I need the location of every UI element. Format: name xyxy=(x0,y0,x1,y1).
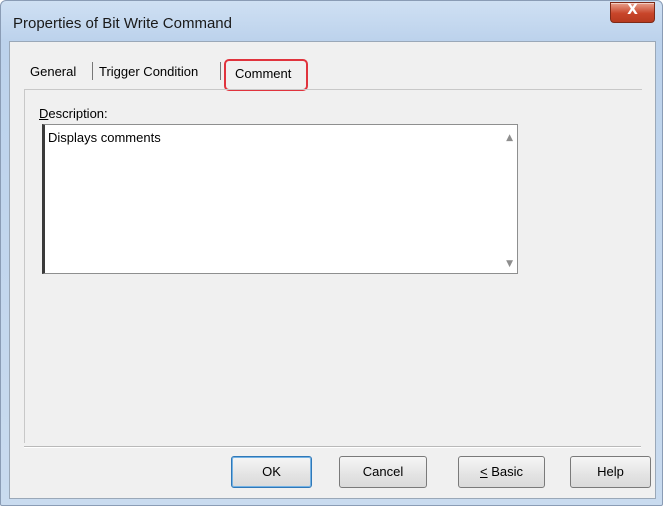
dialog-client-area: General Trigger Condition Comment Descri… xyxy=(9,41,656,499)
close-button[interactable]: X xyxy=(610,2,655,23)
dialog-window: Properties of Bit Write Command X Genera… xyxy=(0,0,663,506)
description-label: Description: xyxy=(39,106,108,121)
basic-button[interactable]: < Basic xyxy=(458,456,545,488)
tab-comment-label: Comment xyxy=(235,66,292,81)
ok-button[interactable]: OK xyxy=(231,456,312,488)
footer-divider xyxy=(24,446,641,447)
close-icon: X xyxy=(627,2,638,18)
basic-button-label: Basic xyxy=(487,464,523,479)
cancel-button[interactable]: Cancel xyxy=(339,456,427,488)
tab-comment[interactable]: Comment xyxy=(224,59,308,91)
dialog-title: Properties of Bit Write Command xyxy=(13,15,232,32)
tab-separator xyxy=(220,62,221,80)
description-value: Displays comments xyxy=(48,130,161,145)
tab-separator xyxy=(92,62,93,80)
tab-general[interactable]: General xyxy=(30,64,76,79)
tab-trigger-condition[interactable]: Trigger Condition xyxy=(99,64,198,79)
help-button[interactable]: Help xyxy=(570,456,651,488)
description-textarea[interactable]: Displays comments ▲ ▼ xyxy=(42,124,518,274)
scroll-up-icon[interactable]: ▲ xyxy=(506,133,513,143)
scroll-down-icon[interactable]: ▼ xyxy=(506,259,513,269)
description-label-text: escription: xyxy=(48,106,108,121)
description-label-mnemonic: D xyxy=(39,106,49,121)
basic-button-mnemonic: < xyxy=(480,464,488,479)
